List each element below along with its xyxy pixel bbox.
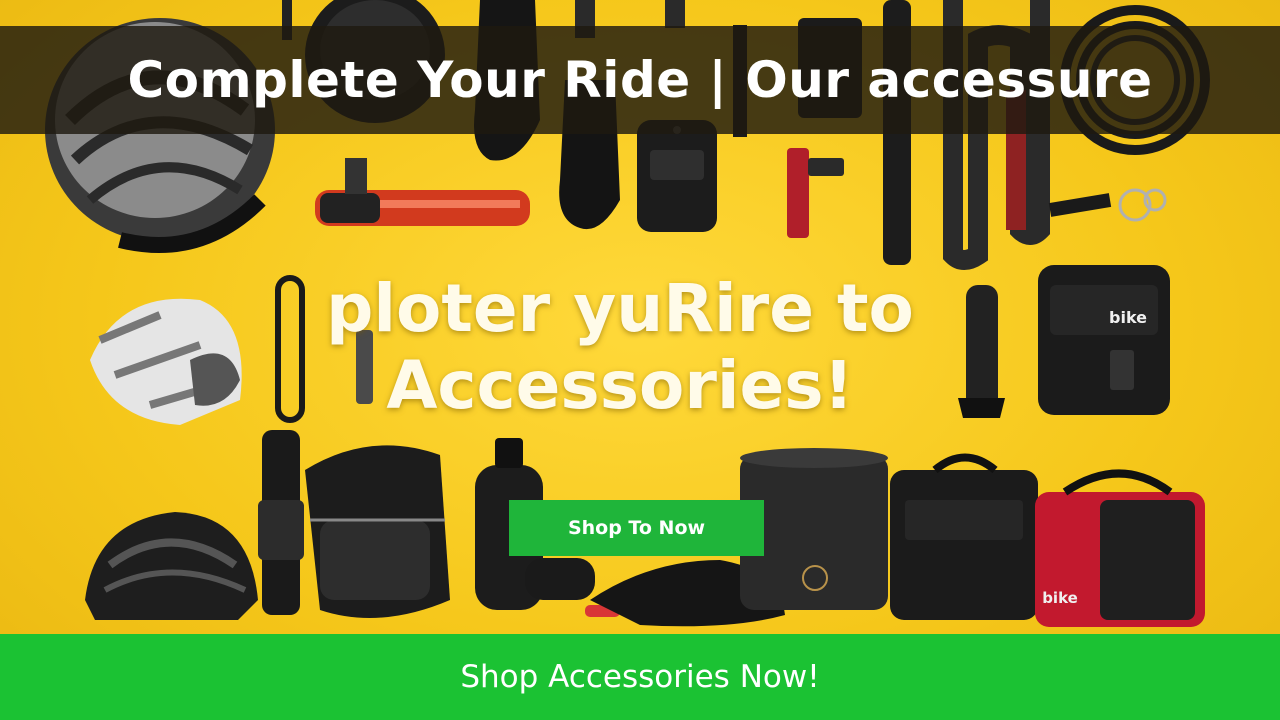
saddle-bag-icon: bike	[1035, 469, 1205, 627]
speaker-icon	[637, 120, 717, 232]
key-icon	[1048, 188, 1167, 222]
footer-cta-bar[interactable]: Shop Accessories Now!	[0, 634, 1280, 720]
pump-icon	[315, 158, 530, 226]
hero-line-1: ploter yuRire to	[326, 270, 914, 347]
product-collage: bike bike Complete Your Ride | Our acces…	[0, 0, 1280, 720]
backpack-icon	[305, 445, 450, 618]
headline-text: Complete Your Ride | Our accessure	[127, 51, 1153, 109]
helmet-icon	[85, 512, 258, 620]
helmet-icon	[90, 298, 242, 425]
tool-icon	[665, 0, 685, 28]
red-bag-brand: bike	[1042, 589, 1078, 607]
flashlight-icon	[258, 430, 304, 615]
saddle-bag-icon: bike	[1038, 265, 1170, 415]
hero-line-2: Accessories!	[386, 347, 854, 424]
mini-pump-icon	[787, 148, 844, 238]
bell-icon	[525, 558, 620, 617]
saddle-bag-brand: bike	[1109, 308, 1147, 327]
footer-cta-link[interactable]: Shop Accessories Now!	[460, 659, 819, 695]
headline-banner: Complete Your Ride | Our accessure	[0, 26, 1280, 134]
handlebar-bag-icon	[890, 453, 1038, 620]
hero-heading: ploter yuRire to Accessories!	[260, 272, 980, 426]
shop-now-button[interactable]: Shop To Now	[509, 500, 764, 556]
